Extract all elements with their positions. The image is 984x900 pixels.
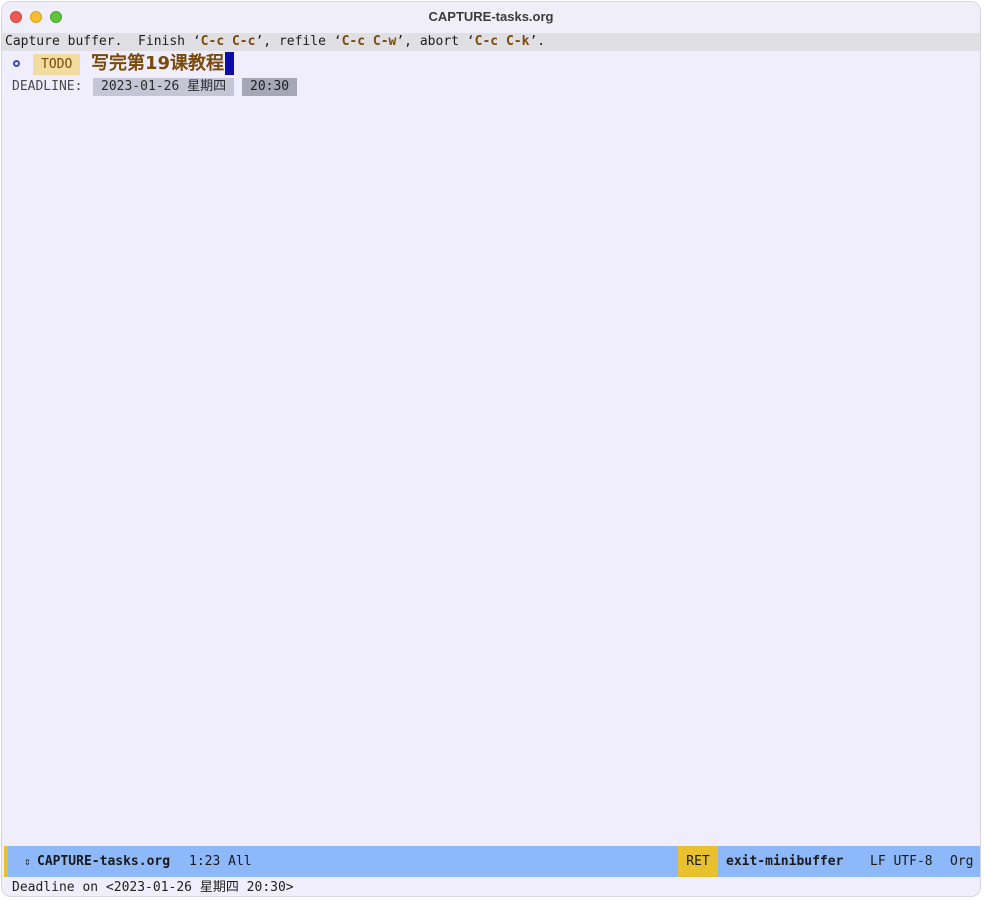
modeline-buffer-name[interactable]: CAPTURE-tasks.org: [37, 846, 170, 877]
header-suffix: ’.: [529, 34, 546, 49]
deadline-label: DEADLINE:: [12, 79, 83, 94]
deadline-line: DEADLINE: 2023-01-26 星期四 20:30: [2, 77, 980, 96]
header-prefix: Capture buffer. Finish ‘: [5, 34, 201, 49]
modeline-key-badge: RET: [678, 846, 718, 877]
text-cursor: [225, 52, 235, 75]
modeline-position: 1:23 All: [189, 854, 252, 869]
header-mid1: ’, refile ‘: [255, 34, 342, 49]
finish-key: C-c C-c: [200, 34, 256, 49]
heading-text-container[interactable]: 写完第19课教程: [91, 52, 235, 76]
modified-indicator-icon: ⇕: [24, 855, 31, 868]
header-mid2: ’, abort ‘: [396, 34, 475, 49]
heading-bullet-icon: [13, 60, 20, 67]
org-heading[interactable]: TODO 写完第19课教程: [2, 52, 980, 76]
capture-header-line: Capture buffer. Finish ‘C-c C-c’, refile…: [2, 33, 980, 51]
deadline-date: 2023-01-26 星期四: [93, 78, 235, 96]
mode-line: ⇕ CAPTURE-tasks.org 1:23 All RET exit-mi…: [4, 846, 980, 877]
deadline-time: 20:30: [242, 78, 298, 96]
abort-key: C-c C-k: [474, 34, 530, 49]
refile-key: C-c C-w: [341, 34, 397, 49]
window-title: CAPTURE-tasks.org: [428, 9, 554, 24]
heading-title: 写完第19课教程: [91, 53, 225, 74]
modeline-edge-indicator: [4, 846, 8, 877]
modeline-command: exit-minibuffer: [726, 854, 844, 869]
modeline-major-mode[interactable]: Org: [950, 846, 973, 877]
title-bar: CAPTURE-tasks.org: [2, 2, 980, 33]
echo-area: Deadline on <2023-01-26 星期四 20:30>: [12, 880, 294, 895]
emacs-window: CAPTURE-tasks.org Capture buffer. Finish…: [1, 1, 981, 897]
todo-keyword: TODO: [33, 54, 81, 75]
modeline-encoding[interactable]: LF UTF-8: [870, 846, 933, 877]
